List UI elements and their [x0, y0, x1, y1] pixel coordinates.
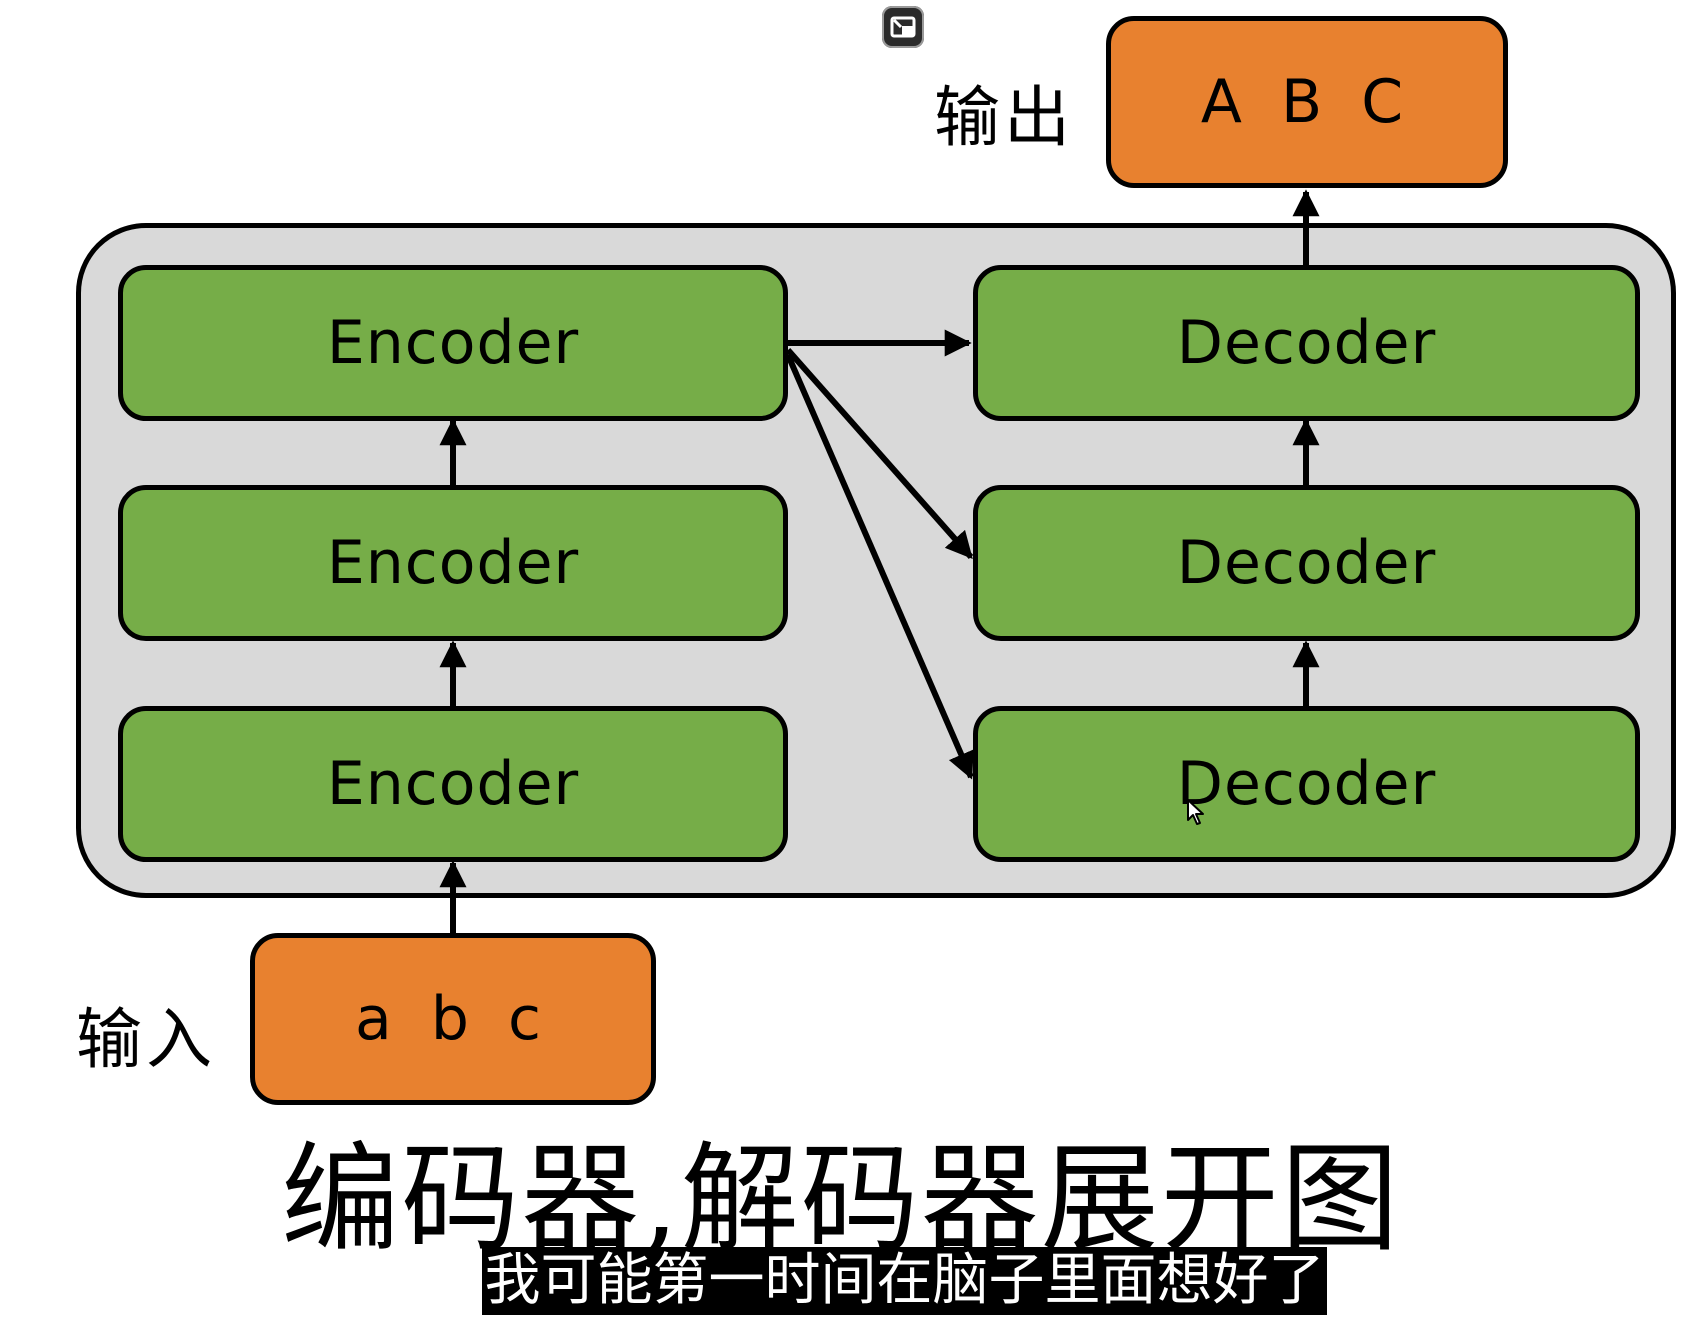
- encoder-block-bottom: Encoder: [118, 706, 788, 862]
- output-label: 输出: [934, 79, 1074, 156]
- video-subtitle: 我可能第一时间在脑子里面想好了: [482, 1247, 1327, 1315]
- diagram-caption: 编码器,解码器展开图: [281, 1130, 1401, 1268]
- output-box: A B C: [1106, 16, 1508, 188]
- decoder-block-middle: Decoder: [973, 485, 1640, 641]
- input-label: 输入: [76, 1001, 216, 1078]
- mouse-cursor-icon: [1187, 799, 1204, 825]
- encoder-block-top: Encoder: [118, 265, 788, 421]
- decoder-block-bottom: Decoder: [973, 706, 1640, 862]
- exit-fullscreen-glyph: [890, 16, 916, 38]
- encoder-block-middle: Encoder: [118, 485, 788, 641]
- input-box: a b c: [250, 933, 656, 1105]
- exit-fullscreen-icon[interactable]: [882, 6, 924, 48]
- decoder-block-top: Decoder: [973, 265, 1640, 421]
